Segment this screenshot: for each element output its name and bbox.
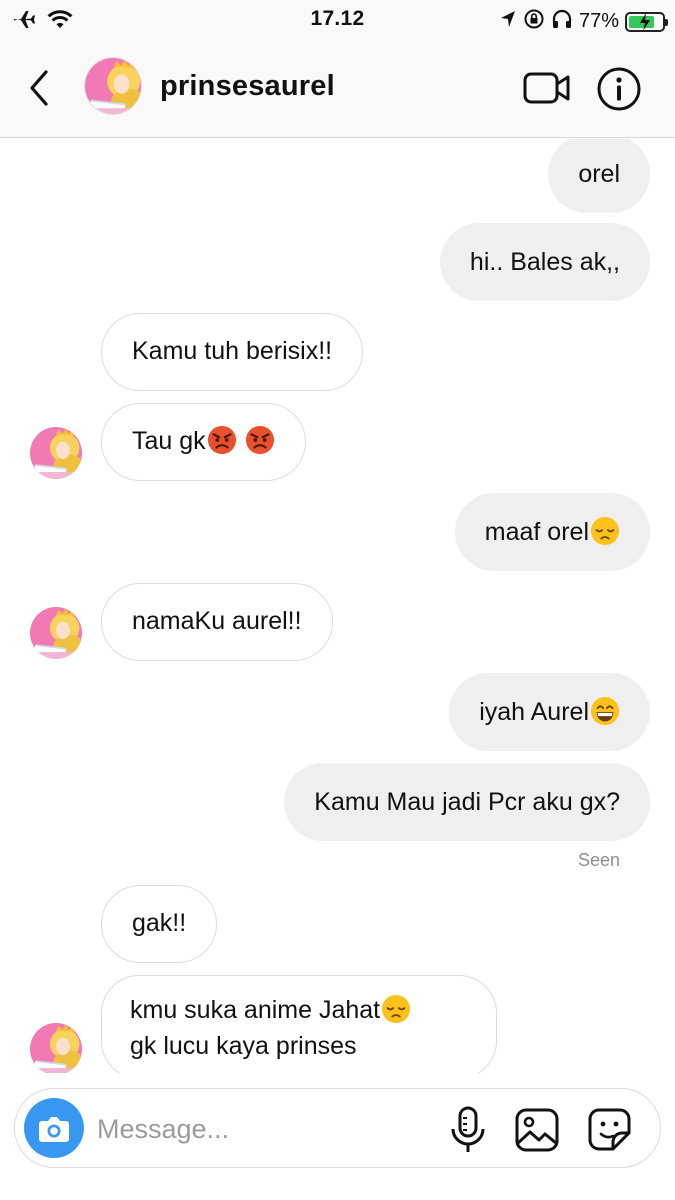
- conversation-username[interactable]: prinsesaurel: [160, 70, 335, 103]
- microphone-icon: [451, 1106, 485, 1152]
- rotation-lock-icon: [523, 8, 545, 35]
- message-input[interactable]: [97, 1107, 427, 1151]
- pensive-face-emoji: [590, 516, 620, 546]
- message-thread[interactable]: orel hi.. Bales ak,, Kamu tuh berisix!! …: [0, 139, 675, 1073]
- message-outgoing[interactable]: Kamu Mau jadi Pcr aku gx?: [284, 763, 650, 841]
- message-composer: [14, 1088, 661, 1168]
- sender-avatar[interactable]: [30, 427, 82, 479]
- message-outgoing[interactable]: maaf orel: [454, 493, 650, 571]
- message-incoming[interactable]: kmu suka anime Jahat gk lucu kaya prinse…: [101, 975, 497, 1073]
- angry-face-emoji: [245, 425, 275, 455]
- pensive-face-emoji: [381, 994, 411, 1024]
- video-call-button[interactable]: [522, 66, 572, 110]
- back-button[interactable]: [20, 66, 60, 110]
- message-incoming[interactable]: gak!!: [101, 885, 218, 963]
- instagram-dm-screen: 17.12 77% prinsesaurel orel hi.. Bales a…: [0, 0, 675, 1200]
- battery-percent: 77%: [578, 10, 619, 32]
- status-bar: 17.12 77%: [0, 0, 675, 40]
- message-incoming[interactable]: Kamu tuh berisix!!: [101, 313, 364, 391]
- status-right: 77%: [499, 8, 668, 35]
- battery-charging-icon: [625, 11, 668, 32]
- grinning-face-emoji: [590, 696, 620, 726]
- message-incoming[interactable]: Tau gk: [101, 403, 306, 481]
- video-camera-icon: [523, 72, 570, 104]
- message-outgoing[interactable]: orel: [548, 139, 650, 213]
- sticker-button[interactable]: [585, 1105, 635, 1155]
- camera-icon: [39, 1117, 69, 1142]
- header-avatar[interactable]: [84, 57, 142, 115]
- info-button[interactable]: [596, 66, 642, 112]
- location-arrow-icon: [499, 9, 517, 34]
- chat-header: prinsesaurel: [0, 40, 675, 138]
- voice-message-button[interactable]: [445, 1105, 491, 1155]
- back-chevron-icon: [30, 70, 48, 106]
- message-outgoing[interactable]: iyah Aurel: [449, 673, 650, 751]
- angry-face-emoji: [207, 425, 237, 455]
- sender-avatar[interactable]: [30, 607, 82, 659]
- sticker-icon: [588, 1108, 631, 1151]
- camera-button[interactable]: [24, 1098, 84, 1158]
- seen-indicator: Seen: [577, 850, 620, 870]
- sender-avatar[interactable]: [30, 1023, 82, 1073]
- headphones-icon: [551, 8, 573, 35]
- gallery-button[interactable]: [513, 1106, 561, 1154]
- message-incoming[interactable]: namaKu aurel!!: [101, 583, 333, 661]
- info-icon: [597, 67, 641, 111]
- message-outgoing[interactable]: hi.. Bales ak,,: [439, 223, 650, 301]
- gallery-icon: [515, 1108, 559, 1152]
